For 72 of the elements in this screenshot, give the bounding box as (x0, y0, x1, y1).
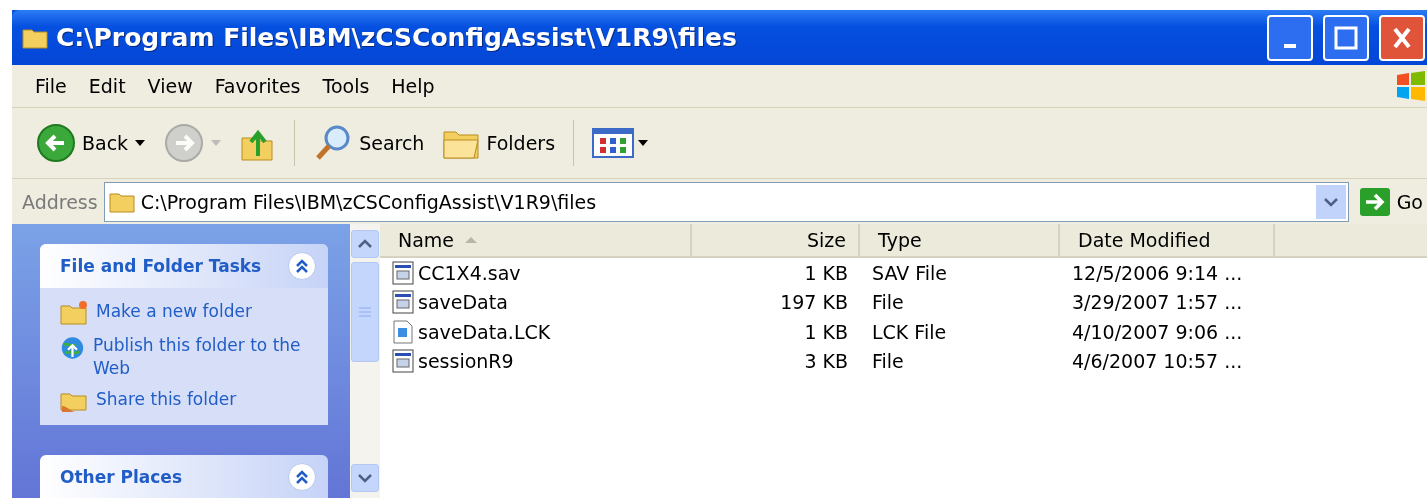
task-link[interactable]: Publish this folder to the Web (93, 334, 316, 380)
file-icon (392, 349, 414, 374)
scroll-down-button[interactable] (351, 464, 379, 492)
file-name-cell[interactable]: sessionR9 (380, 346, 692, 376)
column-header[interactable]: Name (380, 224, 692, 258)
maximize-button[interactable] (1323, 14, 1369, 61)
folder-icon (22, 26, 48, 49)
menu-item[interactable]: Help (380, 75, 446, 97)
globe-icon (60, 334, 85, 362)
table-cell-text: 3 KB (803, 349, 849, 375)
table-cell-text: 3/29/2007 1:57 ... (1071, 290, 1244, 316)
chevron-up-icon (358, 239, 372, 249)
address-text: C:\Program Files\IBM\zCSConfigAssist\V1R9\files (140, 190, 598, 213)
sort-arrow-icon (464, 236, 479, 244)
folder-icon (108, 190, 135, 213)
table-cell-text: File (871, 290, 905, 316)
menu-item[interactable]: Tools (311, 75, 381, 97)
table-cell-text: 1 KB (803, 260, 849, 286)
go-button[interactable]: Go (1354, 186, 1427, 217)
views-icon (592, 126, 651, 160)
task-link[interactable]: Make a new folder (96, 300, 252, 323)
new-folder-icon (60, 300, 88, 326)
dropdown-arrow-icon (210, 139, 223, 147)
file-name-cell[interactable]: CC1X4.sav (380, 258, 692, 288)
table-cell-text: 4/6/2007 10:57 ... (1071, 349, 1244, 375)
file-name: sessionR9 (418, 350, 514, 373)
dropdown-button[interactable] (1315, 184, 1346, 219)
file-icon (392, 319, 414, 344)
window-title: C:\Program Files\IBM\zCSConfigAssist\V1R9\files (56, 23, 738, 52)
address-field[interactable]: C:\Program Files\IBM\zCSConfigAssist\V1R9\files (103, 181, 1349, 222)
file-name-cell[interactable]: saveData.LCK (380, 317, 692, 347)
address-label: Address (22, 190, 98, 213)
scrollbar[interactable] (350, 224, 380, 498)
file-name: CC1X4.sav (418, 261, 521, 284)
chevron-down-icon (1323, 196, 1338, 207)
menu-item[interactable]: View (136, 75, 204, 97)
maximize-icon (1333, 24, 1359, 51)
close-button[interactable] (1379, 14, 1425, 61)
minimize-icon (1284, 43, 1296, 48)
file-name: saveData (418, 291, 508, 314)
column-header[interactable]: Type (860, 224, 1060, 258)
file-name-cell[interactable]: saveData (380, 287, 692, 317)
folders-button[interactable]: Folders (438, 124, 560, 162)
panel-title: Other Places (60, 466, 182, 487)
table-cell-text: 4/10/2007 9:06 ... (1071, 319, 1244, 345)
menu-item[interactable]: Edit (77, 75, 137, 97)
double-chevron-icon (295, 468, 309, 485)
scroll-up-button[interactable] (351, 230, 379, 258)
file-icon (392, 290, 414, 315)
table-cell-text: SAV File (871, 260, 949, 286)
dropdown-arrow-icon (134, 139, 147, 147)
menu-item[interactable]: File (24, 75, 78, 97)
task-link[interactable]: Share this folder (96, 388, 237, 411)
column-header[interactable]: Date Modified (1060, 224, 1275, 258)
column-header[interactable]: Size (692, 224, 860, 258)
table-cell-text: File (871, 349, 905, 375)
file-icon (392, 260, 414, 285)
menu-item[interactable]: Favorites (203, 75, 312, 97)
scroll-thumb[interactable] (351, 262, 379, 362)
collapse-button[interactable] (288, 252, 316, 280)
table-cell-text: 197 KB (779, 290, 849, 316)
minimize-button[interactable] (1267, 14, 1313, 61)
file-name: saveData.LCK (418, 320, 551, 343)
table-cell-text: 12/5/2006 9:14 ... (1071, 260, 1244, 286)
table-cell-text: LCK File (871, 319, 948, 345)
table-cell-text: 1 KB (803, 319, 849, 345)
back-button[interactable]: Back (32, 121, 151, 165)
panel-title: File and Folder Tasks (60, 256, 262, 276)
search-button[interactable]: Search (309, 121, 429, 165)
collapse-button[interactable] (288, 462, 316, 491)
chevron-down-icon (358, 473, 372, 483)
double-chevron-icon (295, 258, 309, 274)
